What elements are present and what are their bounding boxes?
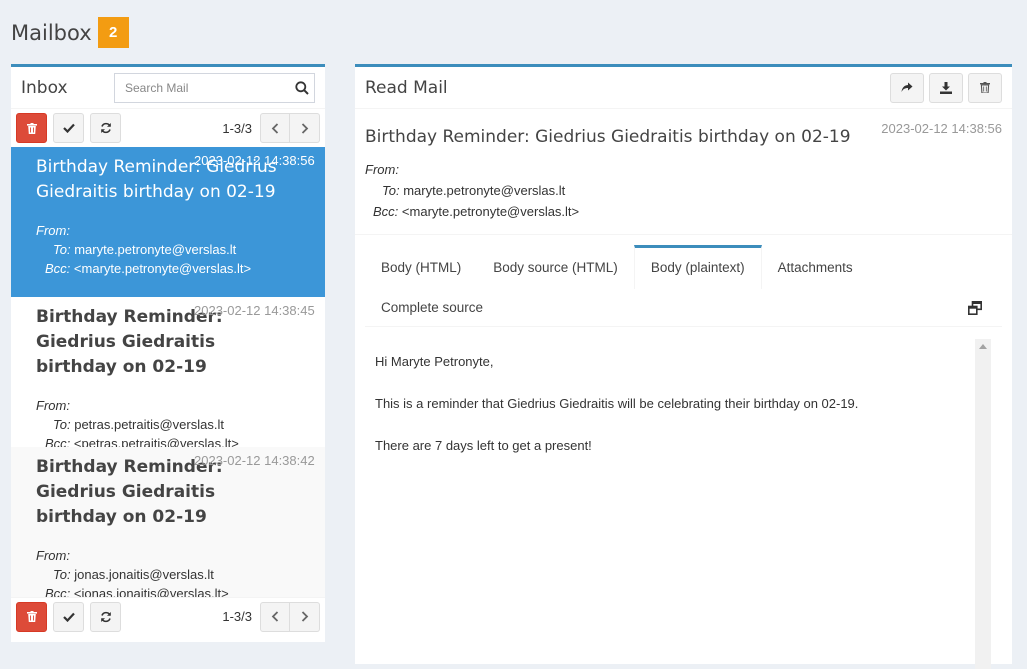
unread-badge: 2 — [97, 17, 129, 48]
page-header: Mailbox 2 — [11, 17, 129, 48]
mail-date: 2023-02-12 14:38:45 — [194, 303, 315, 318]
body-tabs: Body (HTML) Body source (HTML) Body (pla… — [365, 245, 1002, 329]
read-mail-header: Read Mail — [355, 67, 1012, 109]
chevron-right-icon — [301, 611, 308, 622]
next-page-button[interactable] — [290, 601, 320, 632]
read-mail-title: Read Mail — [365, 77, 448, 98]
mail-list: Birthday Reminder: Giedrius Giedraitis b… — [11, 147, 325, 597]
body-line: This is a reminder that Giedrius Giedrai… — [375, 396, 859, 411]
forward-icon — [901, 82, 913, 92]
prev-page-button[interactable] — [260, 113, 290, 143]
download-button[interactable] — [929, 72, 963, 103]
to-address: maryte.petronyte@verslas.lt — [403, 183, 566, 198]
to-label: To: — [53, 567, 71, 582]
bcc-address: <petras.petraitis@verslas.lt> — [73, 436, 239, 447]
mail-info: Birthday Reminder: Giedrius Giedraitis b… — [355, 109, 1012, 235]
to-label: To: — [382, 183, 400, 198]
pager — [260, 113, 320, 143]
bcc-label: Bcc: — [45, 586, 71, 597]
bcc-address: <maryte.petronyte@verslas.lt> — [401, 204, 580, 219]
inbox-toolbar-top: 1-3/3 — [11, 109, 325, 147]
to-label: To: — [53, 417, 71, 432]
body-scrollbar[interactable] — [975, 339, 991, 669]
download-icon — [940, 81, 952, 94]
chevron-left-icon — [271, 122, 279, 134]
tab-complete-source[interactable]: Complete source — [365, 289, 499, 327]
trash-icon — [26, 611, 37, 622]
tab-body-plaintext[interactable]: Body (plaintext) — [633, 245, 762, 289]
tab-row: Body (HTML) Body source (HTML) Body (pla… — [365, 245, 1002, 289]
read-mail-actions — [885, 72, 1002, 103]
tab-body-html[interactable]: Body (HTML) — [365, 245, 477, 289]
mail-count: 1-3/3 — [222, 120, 252, 136]
check-icon — [62, 123, 75, 133]
mark-read-button[interactable] — [53, 601, 84, 632]
expand-icon[interactable] — [968, 300, 982, 315]
to-address: jonas.jonaitis@verslas.lt — [74, 567, 214, 582]
mail-count: 1-3/3 — [222, 609, 252, 624]
mail-date: 2023-02-12 14:38:42 — [194, 453, 315, 468]
check-icon — [62, 612, 75, 622]
inbox-panel: Inbox 1-3/3 Birthday Rem — [11, 64, 325, 642]
refresh-button[interactable] — [90, 601, 121, 632]
mail-body: Hi Maryte Petronyte, This is a reminder … — [365, 339, 991, 456]
bcc-label: Bcc: — [45, 436, 71, 447]
mail-meta: From: To: petras.petraitis@verslas.lt Bc… — [36, 396, 325, 447]
refresh-icon — [100, 122, 111, 134]
chevron-right-icon — [301, 122, 308, 134]
inbox-toolbar-bottom: 1-3/3 — [11, 597, 325, 635]
mail-list-item[interactable]: Birthday Reminder: Giedrius Giedraitis b… — [11, 447, 325, 597]
tab-body-source-html[interactable]: Body source (HTML) — [477, 245, 634, 289]
inbox-title: Inbox — [21, 77, 68, 98]
trash-icon — [980, 82, 990, 93]
from-label: From: — [36, 223, 70, 238]
delete-mail-button[interactable] — [968, 72, 1002, 103]
search-icon[interactable] — [290, 80, 314, 95]
bcc-address: <maryte.petronyte@verslas.lt> — [73, 261, 252, 276]
bcc-label: Bcc: — [45, 261, 71, 276]
search-box — [114, 72, 315, 103]
from-label: From: — [36, 548, 70, 563]
tab-attachments[interactable]: Attachments — [762, 245, 869, 289]
chevron-left-icon — [271, 611, 279, 622]
read-date: 2023-02-12 14:38:56 — [881, 121, 1002, 136]
mark-read-button[interactable] — [53, 113, 84, 143]
body-line: There are 7 days left to get a present! — [375, 438, 592, 453]
mail-meta: From: To: jonas.jonaitis@verslas.lt Bcc:… — [36, 546, 325, 597]
from-label: From: — [36, 398, 70, 413]
from-label: From: — [365, 162, 399, 177]
to-address: maryte.petronyte@verslas.lt — [74, 242, 237, 257]
page-title: Mailbox — [11, 20, 92, 45]
search-input[interactable] — [115, 73, 290, 102]
inbox-header: Inbox — [11, 67, 325, 109]
scroll-up-arrow-icon[interactable] — [975, 339, 991, 349]
read-mail-panel: Read Mail Birthday Reminder: Giedrius Gi… — [355, 64, 1012, 669]
refresh-icon — [100, 611, 111, 622]
bcc-address: <jonas.jonaitis@verslas.lt> — [73, 586, 229, 597]
mail-date: 2023-02-12 14:38:56 — [194, 153, 315, 168]
delete-button[interactable] — [16, 601, 47, 632]
to-address: petras.petraitis@verslas.lt — [74, 417, 224, 432]
tab-row-2: Complete source — [365, 289, 1002, 327]
body-line: Hi Maryte Petronyte, — [375, 354, 494, 369]
pager — [260, 601, 320, 632]
refresh-button[interactable] — [90, 113, 121, 143]
mail-list-item[interactable]: Birthday Reminder: Giedrius Giedraitis b… — [11, 147, 325, 297]
forward-button[interactable] — [890, 72, 924, 103]
prev-page-button[interactable] — [260, 601, 290, 632]
delete-button[interactable] — [16, 113, 47, 143]
bcc-label: Bcc: — [373, 204, 399, 219]
mail-meta: From: To: maryte.petronyte@verslas.lt Bc… — [36, 221, 325, 278]
next-page-button[interactable] — [290, 113, 320, 143]
read-meta: From: To: maryte.petronyte@verslas.lt Bc… — [365, 159, 1002, 222]
mail-list-item[interactable]: Birthday Reminder: Giedrius Giedraitis b… — [11, 297, 325, 447]
mail-body-frame[interactable]: Hi Maryte Petronyte, This is a reminder … — [365, 339, 991, 669]
to-label: To: — [53, 242, 71, 257]
trash-icon — [26, 122, 37, 134]
